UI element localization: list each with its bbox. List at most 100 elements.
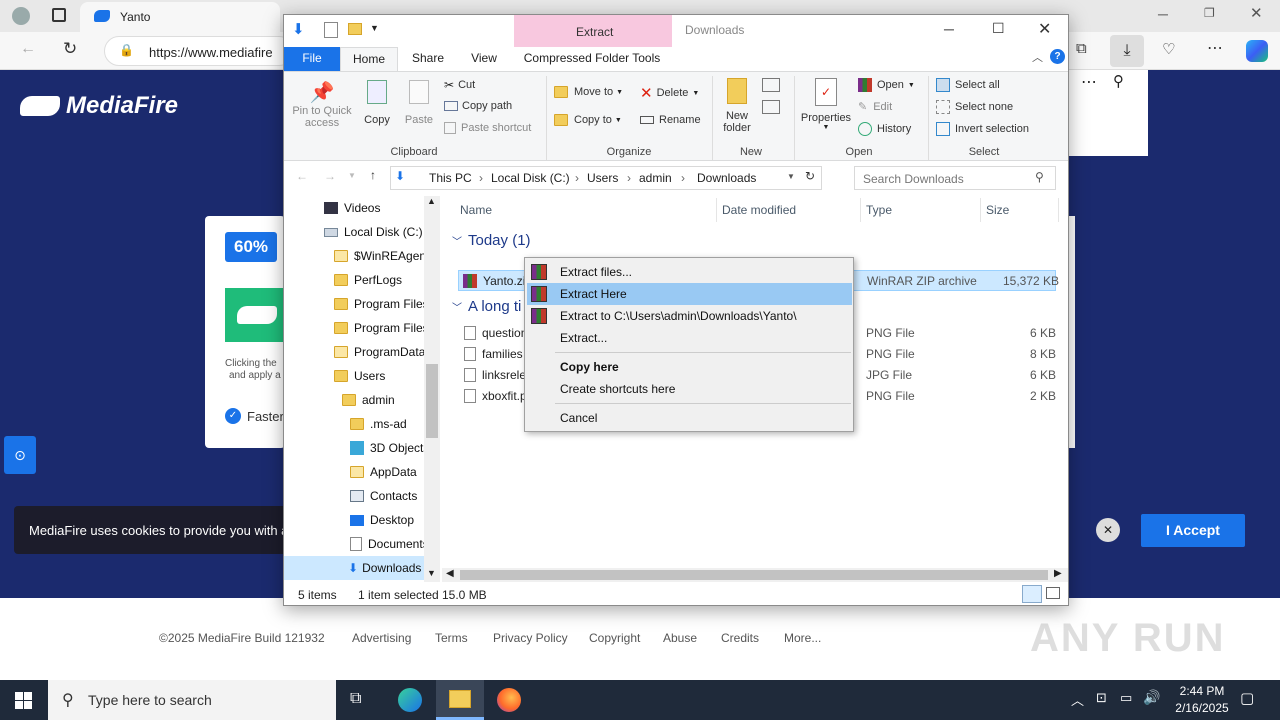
- tree-item-desktop[interactable]: Desktop: [350, 508, 414, 532]
- explorer-maximize-icon[interactable]: ☐: [992, 20, 1005, 37]
- tree-item-users[interactable]: Users: [334, 364, 385, 388]
- copy-path-button[interactable]: Copy path: [444, 100, 512, 112]
- properties-button[interactable]: ✓ Properties ▼: [798, 78, 854, 131]
- tab-share[interactable]: Share: [404, 51, 452, 65]
- copy-to-button[interactable]: Copy to ▼: [554, 114, 622, 126]
- easy-access-icon[interactable]: [762, 100, 780, 114]
- footer-link-credits[interactable]: Credits: [721, 631, 759, 645]
- address-refresh-icon[interactable]: ↻: [805, 169, 815, 183]
- menu-icon[interactable]: ⋯: [1207, 38, 1223, 58]
- downloads-icon[interactable]: ⤓: [1110, 35, 1144, 67]
- tree-item-perflogs[interactable]: PerfLogs: [334, 268, 402, 292]
- minimize-icon[interactable]: ─: [1158, 6, 1168, 22]
- menu-item-create-shortcuts[interactable]: Create shortcuts here: [527, 378, 852, 400]
- copy-button[interactable]: Copy: [360, 80, 394, 126]
- mediafire-logo[interactable]: MediaFire: [20, 92, 178, 120]
- clock-date[interactable]: 2/16/2025: [1166, 701, 1238, 715]
- browser-tab[interactable]: Yanto: [80, 2, 280, 32]
- tree-item-local-disk[interactable]: Local Disk (C:): [324, 220, 423, 244]
- explorer-close-icon[interactable]: ✕: [1038, 19, 1051, 39]
- tree-item-3d-objects[interactable]: 3D Objects: [350, 436, 429, 460]
- nav-forward-icon[interactable]: →: [324, 169, 336, 183]
- breadcrumb-local-disk[interactable]: Local Disk (C:): [491, 171, 570, 185]
- qat-dropdown-icon[interactable]: ▼: [370, 23, 379, 33]
- menu-item-extract-to[interactable]: Extract to C:\Users\admin\Downloads\Yant…: [527, 305, 852, 327]
- column-size[interactable]: Size: [986, 203, 1009, 217]
- edge-taskbar-icon[interactable]: [398, 688, 422, 712]
- clock-time[interactable]: 2:44 PM: [1172, 684, 1232, 698]
- large-icons-view-icon[interactable]: [1046, 587, 1060, 599]
- delete-button[interactable]: ✕ Delete ▼: [640, 84, 699, 102]
- network-icon[interactable]: ▭: [1120, 690, 1132, 706]
- scroll-down-icon[interactable]: ▼: [427, 568, 436, 578]
- tray-icon[interactable]: ⊡: [1096, 690, 1107, 706]
- footer-link-terms[interactable]: Terms: [435, 631, 468, 645]
- help-icon[interactable]: ?: [1050, 49, 1065, 64]
- recent-locations-icon[interactable]: ▼: [348, 171, 356, 180]
- new-item-icon[interactable]: [762, 78, 780, 92]
- tree-item-videos[interactable]: Videos: [324, 196, 380, 220]
- copilot-icon[interactable]: [1246, 40, 1268, 62]
- close-icon[interactable]: ✕: [1250, 4, 1263, 22]
- pin-icon[interactable]: ⚲: [1113, 72, 1124, 90]
- footer-link-privacy[interactable]: Privacy Policy: [493, 631, 568, 645]
- quick-access-down-icon[interactable]: ⬇: [292, 20, 305, 38]
- menu-item-copy-here[interactable]: Copy here: [527, 356, 852, 378]
- breadcrumb-users[interactable]: Users: [587, 171, 618, 185]
- volume-icon[interactable]: 🔊: [1143, 689, 1160, 706]
- tree-item-programdata[interactable]: ProgramData: [334, 340, 425, 364]
- select-none-button[interactable]: Select none: [936, 100, 1013, 114]
- collections-icon[interactable]: ⧉: [1076, 40, 1087, 57]
- tab-file[interactable]: File: [284, 47, 340, 71]
- scroll-right-icon[interactable]: ▶: [1054, 568, 1062, 579]
- new-folder-button[interactable]: New folder: [718, 78, 756, 134]
- task-view-icon[interactable]: ⧉: [350, 690, 361, 708]
- history-button[interactable]: History: [858, 122, 911, 136]
- select-all-button[interactable]: Select all: [936, 78, 1000, 92]
- address-bar[interactable]: 🔒 https://www.mediafire: [104, 36, 294, 66]
- profile-icon[interactable]: [12, 7, 30, 25]
- more-icon[interactable]: ⋯: [1081, 72, 1097, 92]
- cookie-close-button[interactable]: ✕: [1096, 518, 1120, 542]
- tree-item-downloads[interactable]: ⬇ Downloads: [284, 556, 440, 580]
- side-widget[interactable]: ⊙: [4, 436, 36, 474]
- breadcrumb-admin[interactable]: admin: [639, 171, 672, 185]
- menu-item-extract[interactable]: Extract...: [527, 327, 852, 349]
- move-to-button[interactable]: Move to ▼: [554, 86, 623, 98]
- accept-button[interactable]: I Accept: [1141, 514, 1245, 547]
- tree-item-appdata[interactable]: AppData: [350, 460, 417, 484]
- scroll-left-icon[interactable]: ◀: [446, 568, 454, 579]
- menu-item-extract-files[interactable]: Extract files...: [527, 261, 852, 283]
- back-icon[interactable]: ←: [20, 40, 36, 58]
- pin-quick-access-button[interactable]: 📌 Pin to Quick access: [290, 80, 354, 140]
- taskbar-search-box[interactable]: ⚲ Type here to search: [48, 680, 336, 720]
- breadcrumb-downloads[interactable]: Downloads: [697, 171, 756, 185]
- search-box[interactable]: Search Downloads ⚲: [854, 166, 1056, 190]
- windows-start-icon[interactable]: [15, 692, 32, 709]
- details-view-icon[interactable]: [1022, 585, 1042, 603]
- nav-scrollbar[interactable]: ▲ ▼: [424, 196, 440, 582]
- tray-chevron-icon[interactable]: ︿: [1071, 690, 1084, 709]
- footer-link-abuse[interactable]: Abuse: [663, 631, 697, 645]
- tree-item-program-files[interactable]: Program Files: [334, 292, 429, 316]
- open-button[interactable]: Open ▼: [858, 78, 915, 92]
- column-type[interactable]: Type: [866, 203, 892, 217]
- nav-back-icon[interactable]: ←: [296, 169, 308, 183]
- firefox-taskbar-icon[interactable]: [497, 688, 521, 712]
- new-folder-qat-icon[interactable]: [348, 23, 362, 35]
- tree-item-program-files-x86[interactable]: Program Files: [334, 316, 429, 340]
- edit-button[interactable]: ✎ Edit: [858, 100, 892, 114]
- footer-link-more[interactable]: More...: [784, 631, 821, 645]
- footer-link-copyright[interactable]: Copyright: [589, 631, 640, 645]
- cut-button[interactable]: ✂ Cut: [444, 78, 475, 92]
- explorer-minimize-icon[interactable]: ─: [944, 21, 954, 37]
- ribbon-collapse-icon[interactable]: ︿: [1032, 49, 1043, 65]
- up-icon[interactable]: ↑: [370, 168, 376, 182]
- tab-view[interactable]: View: [460, 51, 508, 65]
- tree-item-winreagent[interactable]: $WinREAgent: [334, 244, 429, 268]
- explorer-taskbar-icon[interactable]: [436, 680, 484, 720]
- column-name[interactable]: Name: [460, 203, 492, 217]
- tree-item-ms-ad[interactable]: .ms-ad: [350, 412, 407, 436]
- browser-essentials-icon[interactable]: ♡: [1162, 40, 1175, 58]
- scroll-thumb[interactable]: [426, 364, 438, 438]
